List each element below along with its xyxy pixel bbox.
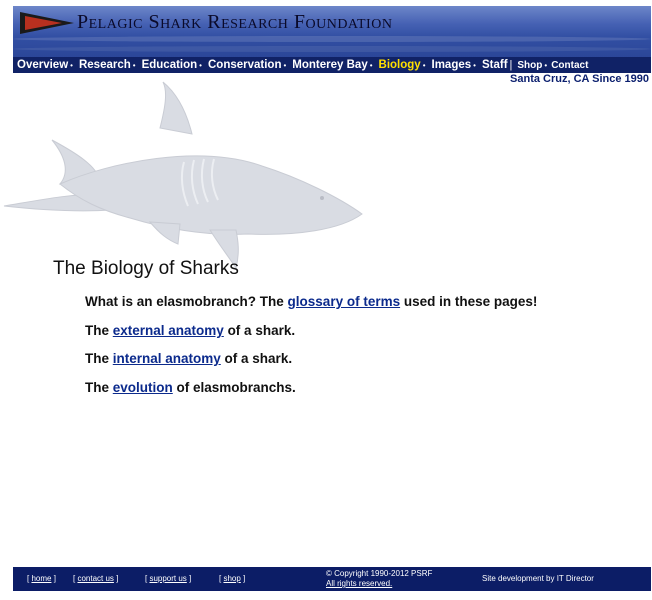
page-title: The Biology of Sharks — [53, 258, 239, 279]
flag-logo-icon[interactable] — [19, 10, 75, 36]
main-nav: Overview • Research • Education • Conser… — [13, 57, 651, 73]
internal-anatomy-link[interactable]: internal anatomy — [113, 351, 221, 366]
glossary-link[interactable]: glossary of terms — [288, 294, 401, 309]
content-line-external: The external anatomy of a shark. — [85, 323, 295, 338]
line-text: The — [85, 323, 113, 338]
nav-overview[interactable]: Overview — [17, 59, 68, 71]
line-text: of elasmobranchs. — [172, 380, 296, 395]
footer: [ home ] [ contact us ] [ support us ] [… — [13, 567, 651, 591]
footer-credit: Site development by IT Director — [482, 574, 594, 583]
nav-separator: • — [283, 60, 287, 70]
line-text: of a shark. — [223, 323, 296, 338]
wave-decoration — [13, 36, 651, 42]
footer-support-link[interactable]: support us — [149, 574, 186, 583]
footer-copyright: © Copyright 1990-2012 PSRF — [326, 569, 433, 578]
nav-contact[interactable]: Contact — [551, 60, 588, 71]
nav-separator: • — [473, 60, 476, 70]
footer-contact-link[interactable]: contact us — [77, 574, 113, 583]
footer-home: [ home ] — [27, 574, 56, 583]
line-text: What is an elasmobranch? The — [85, 294, 288, 309]
footer-rights-link[interactable]: All rights reserved. — [326, 579, 392, 588]
content-line-glossary: What is an elasmobranch? The glossary of… — [85, 294, 537, 309]
line-text: of a shark. — [220, 351, 293, 366]
nav-staff[interactable]: Staff — [482, 59, 508, 71]
nav-separator: • — [422, 60, 426, 70]
line-text: The — [85, 351, 113, 366]
nav-separator: • — [369, 60, 373, 70]
wave-decoration — [13, 46, 651, 52]
nav-separator: • — [544, 60, 548, 70]
nav-biology[interactable]: Biology — [379, 59, 421, 71]
nav-separator: • — [132, 60, 136, 70]
shark-watermark-image — [3, 81, 363, 270]
footer-contact: [ contact us ] — [73, 574, 119, 583]
nav-separator: • — [199, 60, 202, 70]
nav-shop[interactable]: Shop — [517, 60, 542, 71]
evolution-link[interactable]: evolution — [113, 380, 173, 395]
footer-shop: [ shop ] — [219, 574, 246, 583]
tagline: Santa Cruz, CA Since 1990 — [510, 73, 649, 85]
nav-monterey-bay[interactable]: Monterey Bay — [292, 59, 367, 71]
content-line-evolution: The evolution of elasmobranchs. — [85, 380, 296, 395]
footer-support: [ support us ] — [145, 574, 192, 583]
external-anatomy-link[interactable]: external anatomy — [113, 323, 224, 338]
line-text: used in these pages! — [400, 294, 538, 309]
nav-research[interactable]: Research — [79, 59, 131, 71]
header-banner: Pelagic Shark Research Foundation — [13, 6, 651, 58]
nav-separator: • — [70, 60, 73, 70]
content-line-internal: The internal anatomy of a shark. — [85, 351, 292, 366]
footer-home-link[interactable]: home — [31, 574, 51, 583]
nav-separator: | — [509, 59, 513, 71]
nav-conservation[interactable]: Conservation — [208, 59, 282, 71]
line-text: The — [85, 380, 113, 395]
site-title[interactable]: Pelagic Shark Research Foundation — [77, 11, 392, 34]
footer-shop-link[interactable]: shop — [223, 574, 240, 583]
nav-education[interactable]: Education — [142, 59, 198, 71]
nav-images[interactable]: Images — [432, 59, 472, 71]
